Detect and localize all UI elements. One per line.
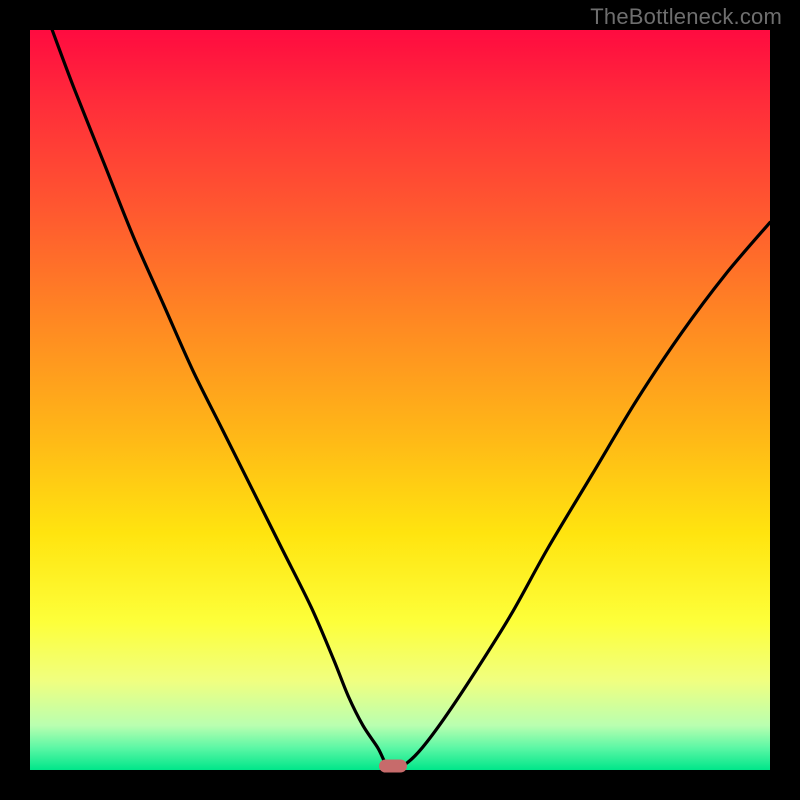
plot-area bbox=[30, 30, 770, 770]
bottleneck-curve bbox=[30, 30, 770, 770]
watermark-label: TheBottleneck.com bbox=[590, 4, 782, 30]
minimum-marker bbox=[379, 760, 407, 773]
chart-frame: TheBottleneck.com bbox=[0, 0, 800, 800]
